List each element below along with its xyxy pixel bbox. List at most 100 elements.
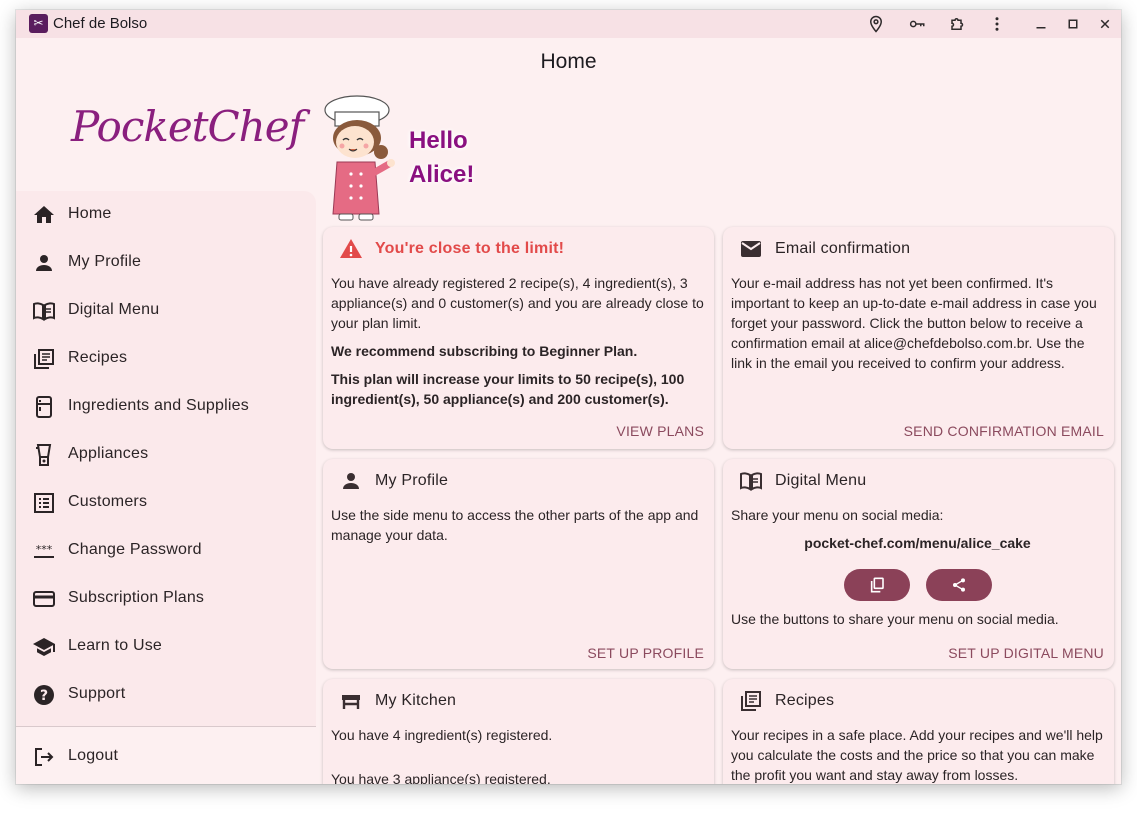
ingredients-count-text: You have 4 ingredient(s) registered. — [331, 727, 553, 743]
card-text: Your recipes in a safe place. Add your r… — [731, 727, 1103, 783]
pocketchef-logo: PocketChef — [71, 102, 304, 151]
sidebar-item-label: Digital Menu — [68, 301, 160, 318]
sidebar-item-home[interactable]: Home — [16, 191, 316, 239]
share-button[interactable] — [926, 569, 992, 601]
card-title: You're close to the limit! — [375, 240, 565, 257]
card-text: You have already registered 2 recipe(s),… — [331, 275, 704, 331]
my-kitchen-card: My Kitchen You have 4 ingredient(s) regi… — [323, 679, 714, 784]
card-body-footer: Use the buttons to share your menu on so… — [731, 609, 1104, 637]
sidebar-item-ingredients[interactable]: Ingredients and Supplies — [16, 383, 316, 431]
copy-link-button[interactable] — [844, 569, 910, 601]
sidebar-item-label: Home — [68, 205, 112, 222]
page-title: Home — [540, 50, 597, 73]
close-icon[interactable] — [1096, 15, 1114, 33]
menu-book-icon — [32, 299, 56, 323]
greeting-user-name: Alice! — [409, 161, 475, 188]
logout-label: Logout — [68, 747, 119, 764]
sidebar-item-label: Change Password — [68, 541, 202, 558]
logout-icon — [32, 745, 56, 769]
sidebar-nav: Home My Profile Digital Menu Recipes Ing… — [16, 191, 316, 727]
library-books-icon — [739, 689, 763, 713]
location-pin-icon[interactable] — [867, 15, 885, 33]
card-text: Share your menu on social media: — [731, 507, 944, 523]
sidebar-item-learn-to-use[interactable]: Learn to Use — [16, 623, 316, 671]
sidebar-item-my-profile[interactable]: My Profile — [16, 239, 316, 287]
window-title: Chef de Bolso — [53, 15, 148, 32]
logout-button[interactable]: Logout — [16, 733, 316, 781]
app-logo-icon: ✂ — [29, 14, 48, 33]
card-body: Your e-mail address has not yet been con… — [731, 273, 1104, 381]
home-icon — [32, 203, 56, 227]
menu-url: pocket-chef.com/menu/alice_cake — [804, 535, 1031, 551]
maximize-icon[interactable] — [1064, 15, 1082, 33]
view-plans-button[interactable]: VIEW PLANS — [616, 423, 704, 439]
more-vert-icon[interactable] — [988, 15, 1006, 33]
minimize-icon[interactable] — [1032, 15, 1050, 33]
sidebar-item-label: Subscription Plans — [68, 589, 205, 606]
sidebar-item-appliances[interactable]: Appliances — [16, 431, 316, 479]
sidebar-item-support[interactable]: ? Support — [16, 671, 316, 719]
card-title: Digital Menu — [775, 472, 867, 489]
person-icon — [32, 251, 56, 275]
extensions-icon[interactable] — [949, 15, 967, 33]
kitchen-icon — [32, 395, 56, 419]
school-icon — [32, 635, 56, 659]
menu-book-icon — [739, 469, 763, 493]
password-icon: *** — [32, 539, 56, 563]
sidebar-item-digital-menu[interactable]: Digital Menu — [16, 287, 316, 335]
sidebar-item-label: Appliances — [68, 445, 149, 462]
copy-icon — [870, 577, 884, 593]
warning-icon — [339, 237, 363, 261]
greeting-text: Hello Alice! — [409, 124, 474, 192]
card-title: My Kitchen — [375, 692, 457, 709]
mail-icon — [739, 237, 763, 261]
app-window: ✂ Chef de Bolso Home PocketChef Home My … — [16, 10, 1121, 784]
chef-mascot-illustration — [321, 92, 403, 222]
key-icon[interactable] — [908, 15, 926, 33]
card-body: You have already registered 2 recipe(s),… — [331, 273, 704, 417]
person-icon — [339, 469, 363, 493]
recipes-card: Recipes Your recipes in a safe place. Ad… — [723, 679, 1114, 784]
digital-menu-card: Digital Menu Share your menu on social m… — [723, 459, 1114, 669]
sidebar-item-label: Learn to Use — [68, 637, 163, 654]
greeting-line-1: Hello — [409, 127, 468, 154]
card-title: Email confirmation — [775, 240, 911, 257]
library-books-icon — [32, 347, 56, 371]
sidebar-item-recipes[interactable]: Recipes — [16, 335, 316, 383]
my-profile-card: My Profile Use the side menu to access t… — [323, 459, 714, 669]
set-up-profile-button[interactable]: SET UP PROFILE — [587, 645, 704, 661]
card-text: Use the buttons to share your menu on so… — [731, 611, 1059, 627]
recommended-plan-text: We recommend subscribing to Beginner Pla… — [331, 343, 638, 359]
send-confirmation-email-button[interactable]: SEND CONFIRMATION EMAIL — [904, 423, 1104, 439]
appliances-count-text: You have 3 appliance(s) registered. — [331, 771, 551, 784]
sidebar-item-label: Support — [68, 685, 126, 702]
sidebar-item-label: My Profile — [68, 253, 142, 270]
card-text: Your e-mail address has not yet been con… — [731, 275, 1097, 371]
sidebar-item-label: Customers — [68, 493, 148, 510]
sidebar-item-subscription-plans[interactable]: Subscription Plans — [16, 575, 316, 623]
card-body: You have 4 ingredient(s) registered. You… — [331, 725, 704, 784]
sidebar-item-change-password[interactable]: *** Change Password — [16, 527, 316, 575]
card-title: Recipes — [775, 692, 835, 709]
card-title: My Profile — [375, 472, 449, 489]
blender-icon — [32, 443, 56, 467]
card-body: Your recipes in a safe place. Add your r… — [731, 725, 1104, 784]
share-icon — [953, 578, 965, 592]
sidebar-item-label: Ingredients and Supplies — [68, 397, 249, 414]
title-bar: ✂ Chef de Bolso — [16, 10, 1121, 38]
list-alt-icon — [32, 491, 56, 515]
sidebar-item-label: Recipes — [68, 349, 128, 366]
card-text: Use the side menu to access the other pa… — [331, 507, 699, 543]
card-body: Use the side menu to access the other pa… — [331, 505, 704, 553]
sidebar-item-customers[interactable]: Customers — [16, 479, 316, 527]
svg-text:***: *** — [36, 543, 53, 556]
sidebar-divider — [16, 726, 316, 727]
kitchen-table-icon — [339, 689, 363, 713]
plan-limit-card: You're close to the limit! You have alre… — [323, 227, 714, 449]
svg-text:?: ? — [40, 688, 48, 704]
email-confirmation-card: Email confirmation Your e-mail address h… — [723, 227, 1114, 449]
set-up-digital-menu-button[interactable]: SET UP DIGITAL MENU — [948, 645, 1104, 661]
help-icon: ? — [32, 683, 56, 707]
plan-limits-text: This plan will increase your limits to 5… — [331, 371, 685, 407]
credit-card-icon — [32, 587, 56, 611]
